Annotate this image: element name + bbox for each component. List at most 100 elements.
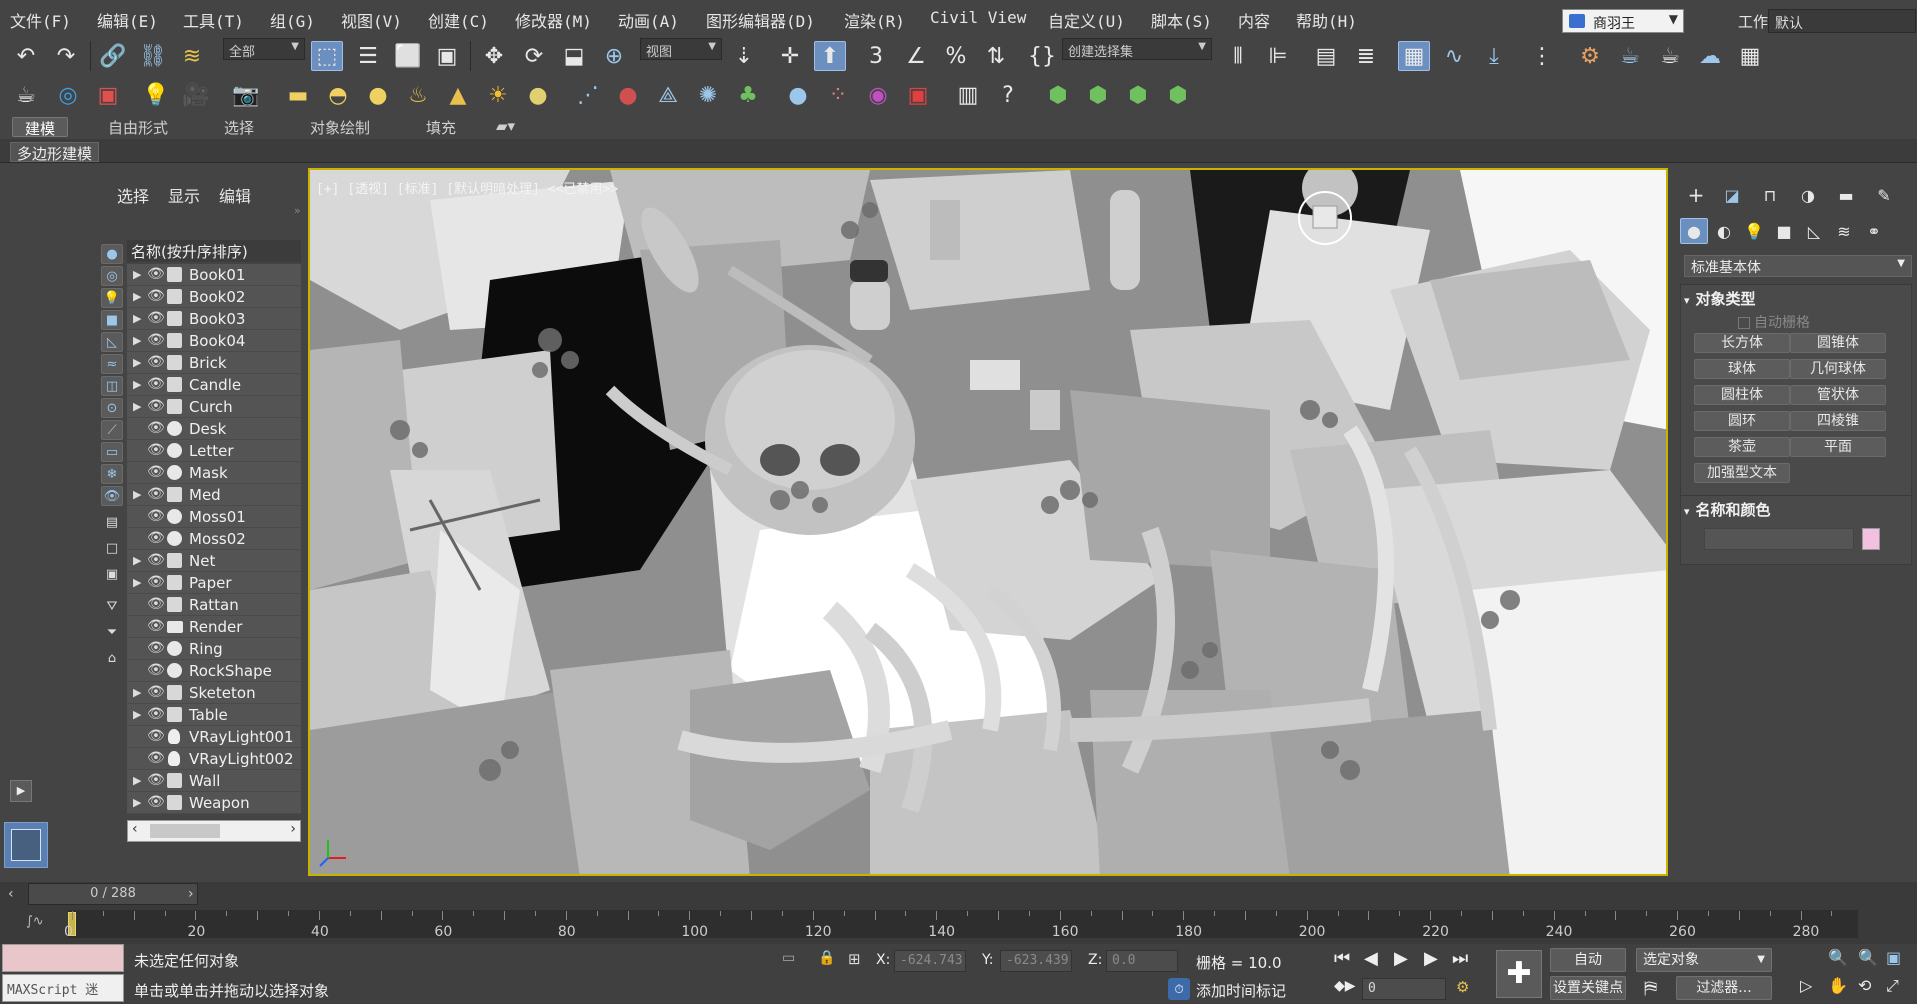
expand-arrow-icon[interactable]: ▶ [133, 796, 141, 809]
plane-button[interactable]: 平面 [1790, 437, 1886, 457]
expand-arrow-icon[interactable]: ▶ [133, 290, 141, 303]
menu-group[interactable]: 组(G) [270, 8, 315, 32]
lights-category-icon[interactable]: 💡 [1740, 218, 1768, 244]
mini-curve-editor-icon[interactable]: ∫∿ [26, 914, 44, 929]
display-spacewarps-icon[interactable]: ≈ [101, 354, 123, 374]
display-lights-icon[interactable]: 💡 [101, 288, 123, 308]
visibility-eye-icon[interactable]: 👁 [147, 640, 165, 656]
visibility-eye-icon[interactable]: 👁 [147, 596, 165, 612]
visibility-eye-icon[interactable]: 👁 [147, 310, 165, 326]
vray-icon[interactable]: ◎ [52, 80, 84, 110]
visibility-eye-icon[interactable]: 👁 [147, 332, 165, 348]
scene-list-item[interactable]: 👁 Ring [127, 638, 301, 660]
zoom-icon[interactable]: 🔍 [1828, 948, 1848, 967]
scene-list-item[interactable]: 👁 Render [127, 616, 301, 638]
expand-arrow-icon[interactable]: ▶ [133, 356, 141, 369]
scene-list-item[interactable]: 👁 VRayLight002 [127, 748, 301, 770]
layer-explorer-icon[interactable]: ≣ [1350, 41, 1382, 71]
expand-arrow-icon[interactable]: ▶ [133, 268, 141, 281]
torus-button[interactable]: 圆环 [1694, 411, 1790, 431]
render-in-cloud-icon[interactable]: ☁ [1694, 41, 1726, 71]
spinner-snap-icon[interactable]: ⇅ [980, 41, 1012, 71]
vray-ies-light-icon[interactable]: ▲ [442, 80, 474, 110]
display-all-icon[interactable]: ▤ [101, 512, 123, 532]
curve-editor-icon[interactable]: ∿ [1438, 41, 1470, 71]
auto-key-button[interactable]: 自动 [1550, 948, 1626, 972]
placement-icon[interactable]: ⊕ [598, 41, 630, 71]
help-icon[interactable]: ? [992, 80, 1024, 110]
display-groups-icon[interactable]: ◫ [101, 376, 123, 396]
vray-mesh-light-icon[interactable]: ♨ [402, 80, 434, 110]
key-filter-selection-select[interactable]: 选定对象 ▼ [1636, 948, 1772, 972]
expand-arrow-icon[interactable]: ▶ [133, 488, 141, 501]
folder-icon[interactable]: ⌂ [101, 648, 123, 668]
expand-arrow-icon[interactable]: ▶ [133, 708, 141, 721]
cameras-category-icon[interactable]: ■ [1770, 218, 1798, 244]
filter-icon[interactable]: ⛛ [101, 596, 123, 616]
visibility-eye-icon[interactable]: 👁 [147, 420, 165, 436]
visibility-eye-icon[interactable]: 👁 [147, 574, 165, 590]
scene-list-item[interactable]: ▶ 👁 Med [127, 484, 301, 506]
scene-list-item[interactable]: ▶ 👁 Paper [127, 572, 301, 594]
expand-arrow-icon[interactable]: ▶ [133, 334, 141, 347]
scene-explorer-toggle-icon[interactable]: ▤ [1310, 41, 1342, 71]
visibility-eye-icon[interactable]: 👁 [147, 772, 165, 788]
mirror-icon[interactable]: ⫴ [1222, 41, 1254, 71]
toggle-ribbon-icon[interactable]: ▦ [1398, 41, 1430, 71]
current-frame-field[interactable]: 0 [1362, 978, 1446, 1000]
visibility-eye-icon[interactable]: 👁 [147, 750, 165, 766]
display-hidden-icon[interactable]: 👁 [101, 486, 123, 506]
vray-fur-icon[interactable]: ✺ [692, 80, 724, 110]
select-by-name-icon[interactable]: ☰ [352, 41, 384, 71]
vray-tool-4-icon[interactable]: ⬢ [1162, 80, 1194, 110]
vray-camera-icon[interactable]: 🎥 [180, 80, 212, 110]
scene-list-item[interactable]: ▶ 👁 Table [127, 704, 301, 726]
x-coordinate-field[interactable]: -624.743 [894, 950, 966, 972]
scene-list-item[interactable]: ▶ 👁 Curch [127, 396, 301, 418]
visibility-eye-icon[interactable]: 👁 [147, 684, 165, 700]
expand-arrow-icon[interactable]: ▶ [133, 774, 141, 787]
play-icon[interactable]: ▶ [1394, 948, 1408, 969]
object-name-input[interactable] [1704, 528, 1854, 550]
vray-frame-buffer-icon[interactable]: ▣ [92, 80, 124, 110]
menu-create[interactable]: 创建(C) [428, 8, 489, 32]
edit-named-selection-icon[interactable]: {} [1026, 41, 1058, 71]
isolate-selection-icon[interactable]: ▭ [782, 950, 795, 966]
vray-proxy-icon[interactable]: ⋰ [572, 80, 604, 110]
utilities-tab-icon[interactable]: ✎ [1870, 182, 1898, 208]
vray-sphere-light-icon[interactable]: ● [362, 80, 394, 110]
visibility-eye-icon[interactable]: 👁 [147, 266, 165, 282]
scene-list-item[interactable]: ▶ 👁 Net [127, 550, 301, 572]
named-selection-set-select[interactable]: 创建选择集 ▼ [1062, 38, 1212, 60]
scene-list-item[interactable]: ▶ 👁 Wall [127, 770, 301, 792]
unlink-icon[interactable]: ⛓ [137, 41, 169, 71]
reference-coordinate-select[interactable]: 视图 ▼ [640, 38, 722, 60]
rotate-icon[interactable]: ⟳ [518, 41, 550, 71]
ribbon-tab-populate[interactable]: 填充 [414, 117, 468, 137]
vray-plane-icon[interactable]: ⟁ [652, 80, 684, 110]
ribbon-tab-selection[interactable]: 选择 [212, 117, 266, 137]
menu-edit[interactable]: 编辑(E) [97, 8, 158, 32]
helpers-category-icon[interactable]: ◺ [1800, 218, 1828, 244]
visibility-eye-icon[interactable]: 👁 [147, 376, 165, 392]
viewport-label-menu[interactable]: [+] [透视] [标准] [默认明暗处理] <<已禁用>> [316, 178, 618, 197]
render-production-icon[interactable]: ☕ [1654, 41, 1686, 71]
display-bones-icon[interactable]: ⟋ [101, 420, 123, 440]
vray-tool-3-icon[interactable]: ⬢ [1122, 80, 1154, 110]
menu-tools[interactable]: 工具(T) [183, 8, 244, 32]
shapes-category-icon[interactable]: ◐ [1710, 218, 1738, 244]
z-coordinate-field[interactable]: 0.0 [1106, 950, 1178, 972]
workspace-select[interactable]: 默认 [1768, 9, 1916, 33]
slate-material-icon[interactable]: ◉ [862, 80, 894, 110]
menu-content[interactable]: 内容 [1238, 8, 1270, 32]
menu-customize[interactable]: 自定义(U) [1048, 8, 1125, 32]
play-arrow-icon[interactable]: ▶ [10, 780, 32, 802]
display-tab-icon[interactable]: ▬ [1832, 182, 1860, 208]
modify-tab-icon[interactable]: ◪ [1718, 182, 1746, 208]
expand-arrow-icon[interactable]: ▶ [133, 378, 141, 391]
name-and-color-rollout-title[interactable]: ▾ 名称和颜色 [1680, 499, 1912, 521]
time-tag-icon[interactable]: ⏱ [1168, 978, 1190, 1000]
geometry-category-icon[interactable]: ● [1680, 218, 1708, 244]
menu-file[interactable]: 文件(F) [10, 8, 71, 32]
tube-button[interactable]: 管状体 [1790, 385, 1886, 405]
